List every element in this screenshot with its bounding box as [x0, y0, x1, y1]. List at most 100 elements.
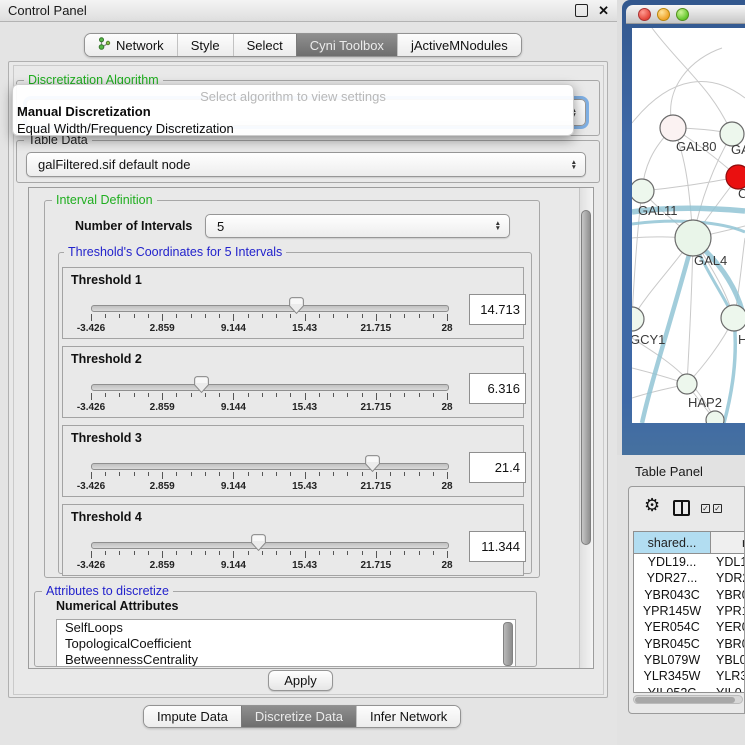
column-header-shared[interactable]: shared...: [634, 532, 711, 553]
slider-tick: [162, 393, 163, 400]
network-window-titlebar[interactable]: [626, 5, 745, 24]
checkbox-icon[interactable]: [701, 504, 710, 513]
tab-style[interactable]: Style: [177, 34, 233, 56]
table-panel-title: Table Panel: [635, 464, 703, 479]
slider-tick: [333, 314, 334, 318]
tab-label: Select: [247, 38, 283, 53]
threshold-value-field[interactable]: 11.344: [469, 531, 526, 562]
tab-select[interactable]: Select: [233, 34, 296, 56]
attribute-item-selfloops[interactable]: SelfLoops: [57, 620, 515, 636]
table-row[interactable]: YLR345WYLR3: [634, 668, 744, 684]
cell-shared-name: YBL079W: [634, 653, 710, 667]
slider-thumb[interactable]: [194, 376, 209, 393]
zoom-traffic-light-icon[interactable]: [676, 8, 689, 21]
table-row[interactable]: YER054CYER0: [634, 619, 744, 635]
slider-tick: [447, 314, 448, 321]
slider-tick: [91, 393, 92, 400]
table-row[interactable]: YPR145WYPR1: [634, 603, 744, 619]
float-window-icon[interactable]: [575, 4, 588, 17]
slider-track[interactable]: [91, 305, 449, 312]
table-header-row: shared...na: [634, 532, 744, 554]
threshold-value-field[interactable]: 21.4: [469, 452, 526, 483]
numerical-attributes-list[interactable]: SelfLoopsTopologicalCoefficientBetweenne…: [56, 619, 516, 667]
table-row[interactable]: YDL19...YDL1: [634, 554, 744, 570]
tab-network[interactable]: Network: [85, 34, 177, 56]
node-label: H: [738, 332, 745, 347]
slider-tick: [390, 472, 391, 476]
slider-tick: [176, 551, 177, 555]
slider-tick: [419, 551, 420, 555]
checkbox-icon[interactable]: [713, 504, 722, 513]
network-canvas[interactable]: GAL80GACGAL11GAL4GCY1HHAP2: [632, 28, 745, 423]
cell-name: YDL1: [710, 555, 744, 569]
columns-icon[interactable]: [673, 500, 690, 516]
cell-shared-name: YPR145W: [634, 604, 710, 618]
horizontal-scrollbar-thumb[interactable]: [635, 697, 735, 703]
slider-tick-label: 15.43: [292, 402, 317, 413]
table-data-combo[interactable]: galFiltered.sif default node: [26, 152, 586, 177]
slider-tick: [376, 551, 377, 558]
table-row[interactable]: YBR043CYBR0: [634, 587, 744, 603]
slider-tick-label: 28: [441, 402, 452, 413]
cell-name: YBR0: [710, 637, 744, 651]
table-row[interactable]: YIL052CYIL0: [634, 684, 744, 693]
slider-tick-label: 2.859: [150, 323, 175, 334]
slider-tick: [134, 472, 135, 476]
close-traffic-light-icon[interactable]: [638, 8, 651, 21]
network-node-hap2[interactable]: [677, 374, 697, 394]
tab-label: jActiveMNodules: [411, 38, 508, 53]
slider-tick: [162, 551, 163, 558]
threshold-panel-threshold-4: Threshold 4-3.4262.8599.14415.4321.71528…: [62, 504, 524, 576]
tab-impute-data[interactable]: Impute Data: [144, 706, 241, 727]
vertical-scrollbar-thumb[interactable]: [581, 210, 591, 545]
tab-infer-network[interactable]: Infer Network: [356, 706, 460, 727]
apply-button[interactable]: Apply: [268, 670, 333, 691]
horizontal-scrollbar[interactable]: [633, 695, 743, 704]
control-panel-titlebar: Control Panel: [0, 0, 617, 22]
slider-tick: [248, 551, 249, 555]
table-row[interactable]: YBL079WYBL0: [634, 652, 744, 668]
combo-spinner-icon[interactable]: [571, 160, 577, 170]
slider-track[interactable]: [91, 384, 449, 391]
slider-thumb[interactable]: [251, 534, 266, 551]
network-node-h[interactable]: [721, 305, 745, 331]
cell-name: YIL0: [710, 686, 742, 693]
combo-spinner-icon[interactable]: [495, 221, 501, 231]
minimize-traffic-light-icon[interactable]: [657, 8, 670, 21]
algorithm-option-manual-discretization[interactable]: Manual Discretization: [17, 104, 151, 119]
tab-discretize-data[interactable]: Discretize Data: [241, 706, 356, 727]
tab-cyni-toolbox[interactable]: Cyni Toolbox: [296, 34, 397, 56]
gear-icon[interactable]: [644, 495, 660, 516]
network-node-gal80[interactable]: [660, 115, 686, 141]
attribute-item-topologicalcoefficient[interactable]: TopologicalCoefficient: [57, 636, 515, 652]
slider-tick: [433, 472, 434, 476]
slider-track[interactable]: [91, 463, 449, 470]
column-header-na[interactable]: na: [711, 532, 744, 553]
network-node-gal11[interactable]: [632, 179, 654, 203]
table-row[interactable]: YBR045CYBR0: [634, 635, 744, 651]
threshold-value-field[interactable]: 14.713: [469, 294, 526, 325]
network-node[interactable]: [706, 411, 724, 423]
table-data-combo-value: galFiltered.sif default node: [38, 157, 190, 172]
slider-thumb[interactable]: [289, 297, 304, 314]
slider-tick: [305, 393, 306, 400]
tab-label: Discretize Data: [255, 709, 343, 724]
number-of-intervals-combo[interactable]: 5: [205, 214, 510, 238]
close-icon[interactable]: [598, 3, 609, 19]
network-node-gcy1[interactable]: [632, 307, 644, 331]
network-node-gal4[interactable]: [675, 220, 711, 256]
attribute-item-betweennesscentrality[interactable]: BetweennessCentrality: [57, 652, 515, 667]
algorithm-option-equal-width-frequency-discretization[interactable]: Equal Width/Frequency Discretization: [17, 121, 234, 136]
list-scrollbar-thumb[interactable]: [503, 622, 513, 666]
slider-tick: [105, 551, 106, 555]
table-panel-window: shared...na YDL19...YDL1YDR27...YDR2YBR0…: [628, 486, 745, 714]
threshold-value-field[interactable]: 6.316: [469, 373, 526, 404]
slider-tick: [91, 551, 92, 558]
slider-tick: [333, 551, 334, 555]
tab-label: Cyni Toolbox: [310, 38, 384, 53]
slider-tick: [248, 393, 249, 397]
table-row[interactable]: YDR27...YDR2: [634, 570, 744, 586]
slider-track[interactable]: [91, 542, 449, 549]
slider-thumb[interactable]: [365, 455, 380, 472]
tab-jactivemnodules[interactable]: jActiveMNodules: [397, 34, 521, 56]
